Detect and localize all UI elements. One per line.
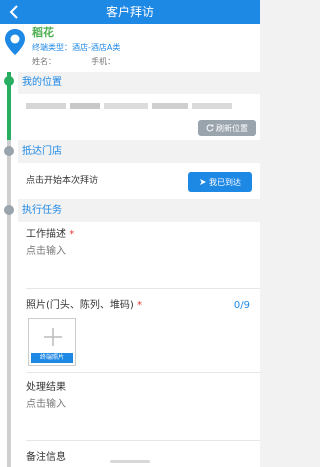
remark-label: 备注信息 (26, 452, 66, 463)
contact-name-label: 姓名： (32, 57, 56, 66)
photo-count: 0/9 (233, 300, 250, 311)
home-indicator (110, 460, 150, 463)
store-name: 稻花 (32, 26, 54, 39)
location-card: 刷新位置 (18, 94, 260, 140)
add-photo-button[interactable]: 终端照片 (28, 318, 76, 366)
store-type: 终端类型：酒店-酒店A类 (32, 43, 121, 52)
work-desc-input[interactable]: 点击输入 (26, 246, 66, 258)
refresh-icon (206, 124, 214, 132)
timeline-pending (7, 140, 11, 467)
photo-tag: 终端照片 (31, 353, 73, 363)
location-pin-icon (5, 29, 25, 55)
timeline-dot-arrive (4, 146, 14, 156)
page-title: 客户拜访 (105, 5, 154, 19)
store-header: 稻花 终端类型：酒店-酒店A类 姓名： 手机： (0, 24, 260, 72)
arrive-card: 点击开始本次拜访 我已到达 (18, 163, 260, 199)
arrived-button[interactable]: 我已到达 (188, 172, 252, 192)
result-input[interactable]: 点击输入 (26, 399, 66, 411)
result-label: 处理结果 (26, 382, 66, 393)
timeline-dot-task (4, 205, 14, 215)
refresh-location-button[interactable]: 刷新位置 (198, 120, 256, 136)
section-title-location: 我的位置 (22, 77, 62, 88)
plus-icon (44, 328, 62, 346)
store-contact: 姓名： 手机： (32, 56, 115, 67)
address-redacted (26, 103, 232, 109)
nav-bar: 客户拜访 (0, 0, 260, 24)
work-desc-label: 工作描述 * (26, 229, 75, 240)
navigation-icon (200, 179, 206, 185)
refresh-location-label: 刷新位置 (216, 123, 248, 133)
section-title-arrive: 抵达门店 (22, 146, 62, 157)
task-form: 工作描述 * 点击输入 照片(门头、陈列、堆码) * 0/9 终端照片 处理结果… (18, 222, 260, 467)
timeline-dot-location (4, 76, 14, 86)
section-title-task: 执行任务 (22, 205, 62, 216)
photo-label: 照片(门头、陈列、堆码) * (26, 300, 142, 311)
arrived-button-label: 我已到达 (209, 177, 241, 187)
contact-phone-label: 手机： (91, 57, 116, 66)
progress-timeline (0, 72, 18, 467)
arrive-prompt: 点击开始本次拜访 (26, 176, 99, 186)
